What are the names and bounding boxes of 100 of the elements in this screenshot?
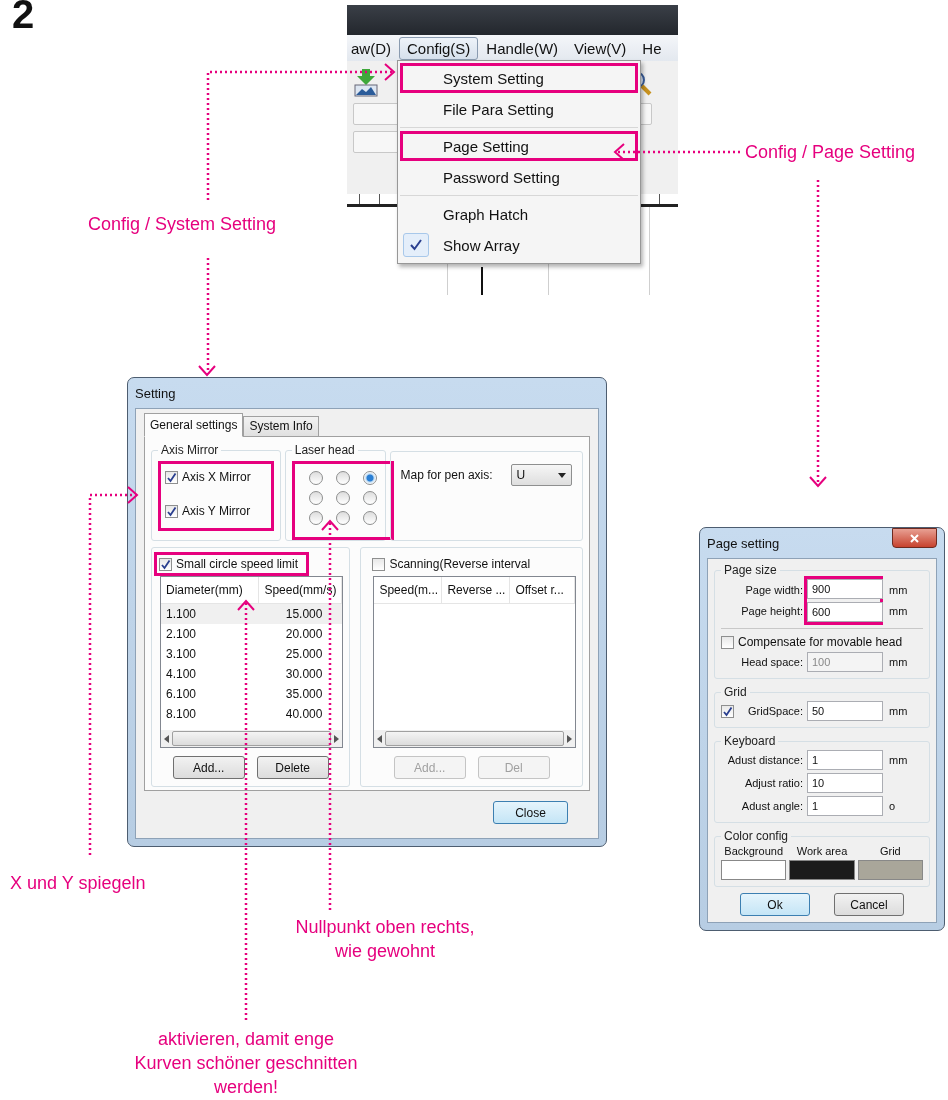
- group-title: Color config: [723, 829, 790, 843]
- swatch-label: Grid: [878, 845, 902, 857]
- table-cell-text: 40.000: [284, 706, 324, 723]
- checkmark-icon: [409, 238, 423, 252]
- annotation-text: aktivieren, damit enge Kurven schöner geschnitten werden!: [133, 1028, 359, 1099]
- table-cell-text: 8.100: [165, 706, 198, 723]
- group-title: Laser head: [293, 443, 356, 457]
- table-cell-text: 20.000: [284, 626, 324, 643]
- window-title: Page setting: [707, 535, 780, 551]
- menu-item[interactable]: Graph Hatch: [400, 199, 638, 230]
- caret-icon: [558, 472, 566, 478]
- table-row[interactable]: 1.100 15.000: [161, 604, 343, 624]
- menu-bar-item[interactable]: Handle(W): [478, 36, 567, 60]
- input-field[interactable]: 1: [807, 796, 883, 816]
- field-label: Page width:: [744, 584, 803, 596]
- group-title: Page size: [723, 563, 778, 577]
- horizontal-scrollbar[interactable]: [374, 730, 575, 747]
- input-field[interactable]: 50: [807, 701, 883, 721]
- window-title: Setting: [135, 385, 176, 401]
- column-header[interactable]: Speed(m...: [374, 577, 443, 603]
- column-header[interactable]: Diameter(mm): [161, 577, 260, 603]
- menu-bar-item[interactable]: Config(S): [399, 36, 479, 60]
- group-title: Grid: [723, 685, 748, 699]
- annotation-text: Nullpunkt oben rechts, wie gewohnt: [294, 916, 476, 963]
- menu-bar-item[interactable]: aw(D): [347, 36, 399, 60]
- radio-button[interactable]: [362, 491, 377, 505]
- unit-label: mm: [888, 754, 909, 766]
- field-label: Page height:: [740, 605, 803, 617]
- input-field[interactable]: 1: [807, 750, 883, 770]
- radio-button[interactable]: [308, 471, 323, 485]
- color-swatch[interactable]: [857, 860, 923, 880]
- mirror-checkbox[interactable]: Axis X Mirror: [165, 470, 251, 484]
- field-label: Adjust ratio:: [743, 777, 803, 789]
- unit-label: o: [888, 800, 897, 812]
- close-button[interactable]: Close: [493, 801, 568, 824]
- grid-checkbox[interactable]: [721, 704, 734, 718]
- menu-bar-item[interactable]: He: [634, 36, 670, 60]
- table-cell-text: 35.000: [284, 686, 324, 703]
- swatch-label: Background: [723, 845, 784, 857]
- download-image-icon: [353, 69, 379, 97]
- checkmark-icon: [722, 705, 733, 717]
- column-header[interactable]: Speed(mm/s): [259, 577, 343, 603]
- swatch-label: Work area: [795, 845, 849, 857]
- horizontal-scrollbar[interactable]: [161, 730, 343, 747]
- radio-button[interactable]: [335, 471, 350, 485]
- unit-label: mm: [888, 605, 909, 617]
- table-cell-text: 3.100: [165, 646, 198, 663]
- dialog-button[interactable]: Add...: [172, 756, 245, 779]
- unit-label: mm: [888, 656, 909, 668]
- menu-item[interactable]: File Para Setting: [400, 94, 638, 128]
- radio-button[interactable]: [308, 491, 323, 505]
- table-cell-text: 6.100: [165, 686, 198, 703]
- field-label: Adust distance:: [726, 754, 803, 766]
- tab[interactable]: General settings: [144, 413, 244, 437]
- menu-item[interactable]: Show Array: [400, 230, 638, 261]
- annotation-text: Config / System Setting: [88, 213, 277, 236]
- scroll-right-icon[interactable]: [567, 734, 572, 743]
- input-field[interactable]: 10: [807, 773, 883, 793]
- radio-button[interactable]: [335, 491, 350, 505]
- color-swatch[interactable]: [721, 860, 787, 880]
- radio-button[interactable]: [362, 511, 377, 525]
- toolbar-field[interactable]: [353, 103, 399, 125]
- table-cell-text: 2.100: [165, 626, 198, 643]
- menu-bar-item[interactable]: View(V): [566, 36, 635, 60]
- color-swatch[interactable]: [789, 860, 855, 880]
- menu-item[interactable]: System Setting: [400, 63, 638, 94]
- table-cell-text: 4.100: [165, 666, 198, 683]
- unit-label: mm: [888, 705, 909, 717]
- canvas-line: [481, 267, 483, 295]
- column-header[interactable]: Reverse ...: [442, 577, 511, 603]
- menu-item[interactable]: Password Setting: [400, 162, 638, 196]
- scanning-checkbox[interactable]: Scanning(Reverse interval: [372, 557, 531, 571]
- scroll-left-icon[interactable]: [377, 734, 383, 743]
- close-icon[interactable]: [892, 528, 937, 548]
- column-header[interactable]: Offset r...: [510, 577, 575, 603]
- dialog-button[interactable]: Ok: [740, 893, 810, 916]
- table-cell-text: 15.000: [284, 606, 324, 623]
- radio-button[interactable]: [362, 471, 377, 485]
- field-label: Map for pen axis:: [400, 468, 493, 482]
- toolbar-field[interactable]: [353, 131, 399, 153]
- radio-button[interactable]: [335, 511, 350, 525]
- pen-axis-dropdown[interactable]: U: [510, 464, 572, 486]
- field-label: Adust angle:: [740, 800, 803, 812]
- compensate-checkbox[interactable]: Compensate for movable head: [721, 635, 923, 649]
- input-field[interactable]: 600: [807, 602, 883, 622]
- tab[interactable]: System Info: [243, 416, 319, 437]
- radio-button[interactable]: [308, 511, 323, 525]
- speed-limit-checkbox[interactable]: Small circle speed limit: [159, 557, 299, 571]
- scroll-right-icon[interactable]: [334, 734, 340, 743]
- mirror-checkbox[interactable]: Axis Y Mirror: [165, 504, 251, 518]
- step-number: 2: [12, 0, 35, 34]
- input-field[interactable]: 900: [807, 579, 883, 599]
- menu-item[interactable]: Page Setting: [400, 131, 638, 162]
- table-cell-text: 30.000: [284, 666, 324, 683]
- annotation-text: X und Y spiegeln: [10, 872, 146, 895]
- dialog-button[interactable]: Delete: [256, 756, 329, 779]
- dialog-button[interactable]: Cancel: [834, 893, 904, 916]
- group-title: Keyboard: [723, 734, 777, 748]
- table-cell-text: 25.000: [284, 646, 324, 663]
- scroll-left-icon[interactable]: [164, 734, 169, 743]
